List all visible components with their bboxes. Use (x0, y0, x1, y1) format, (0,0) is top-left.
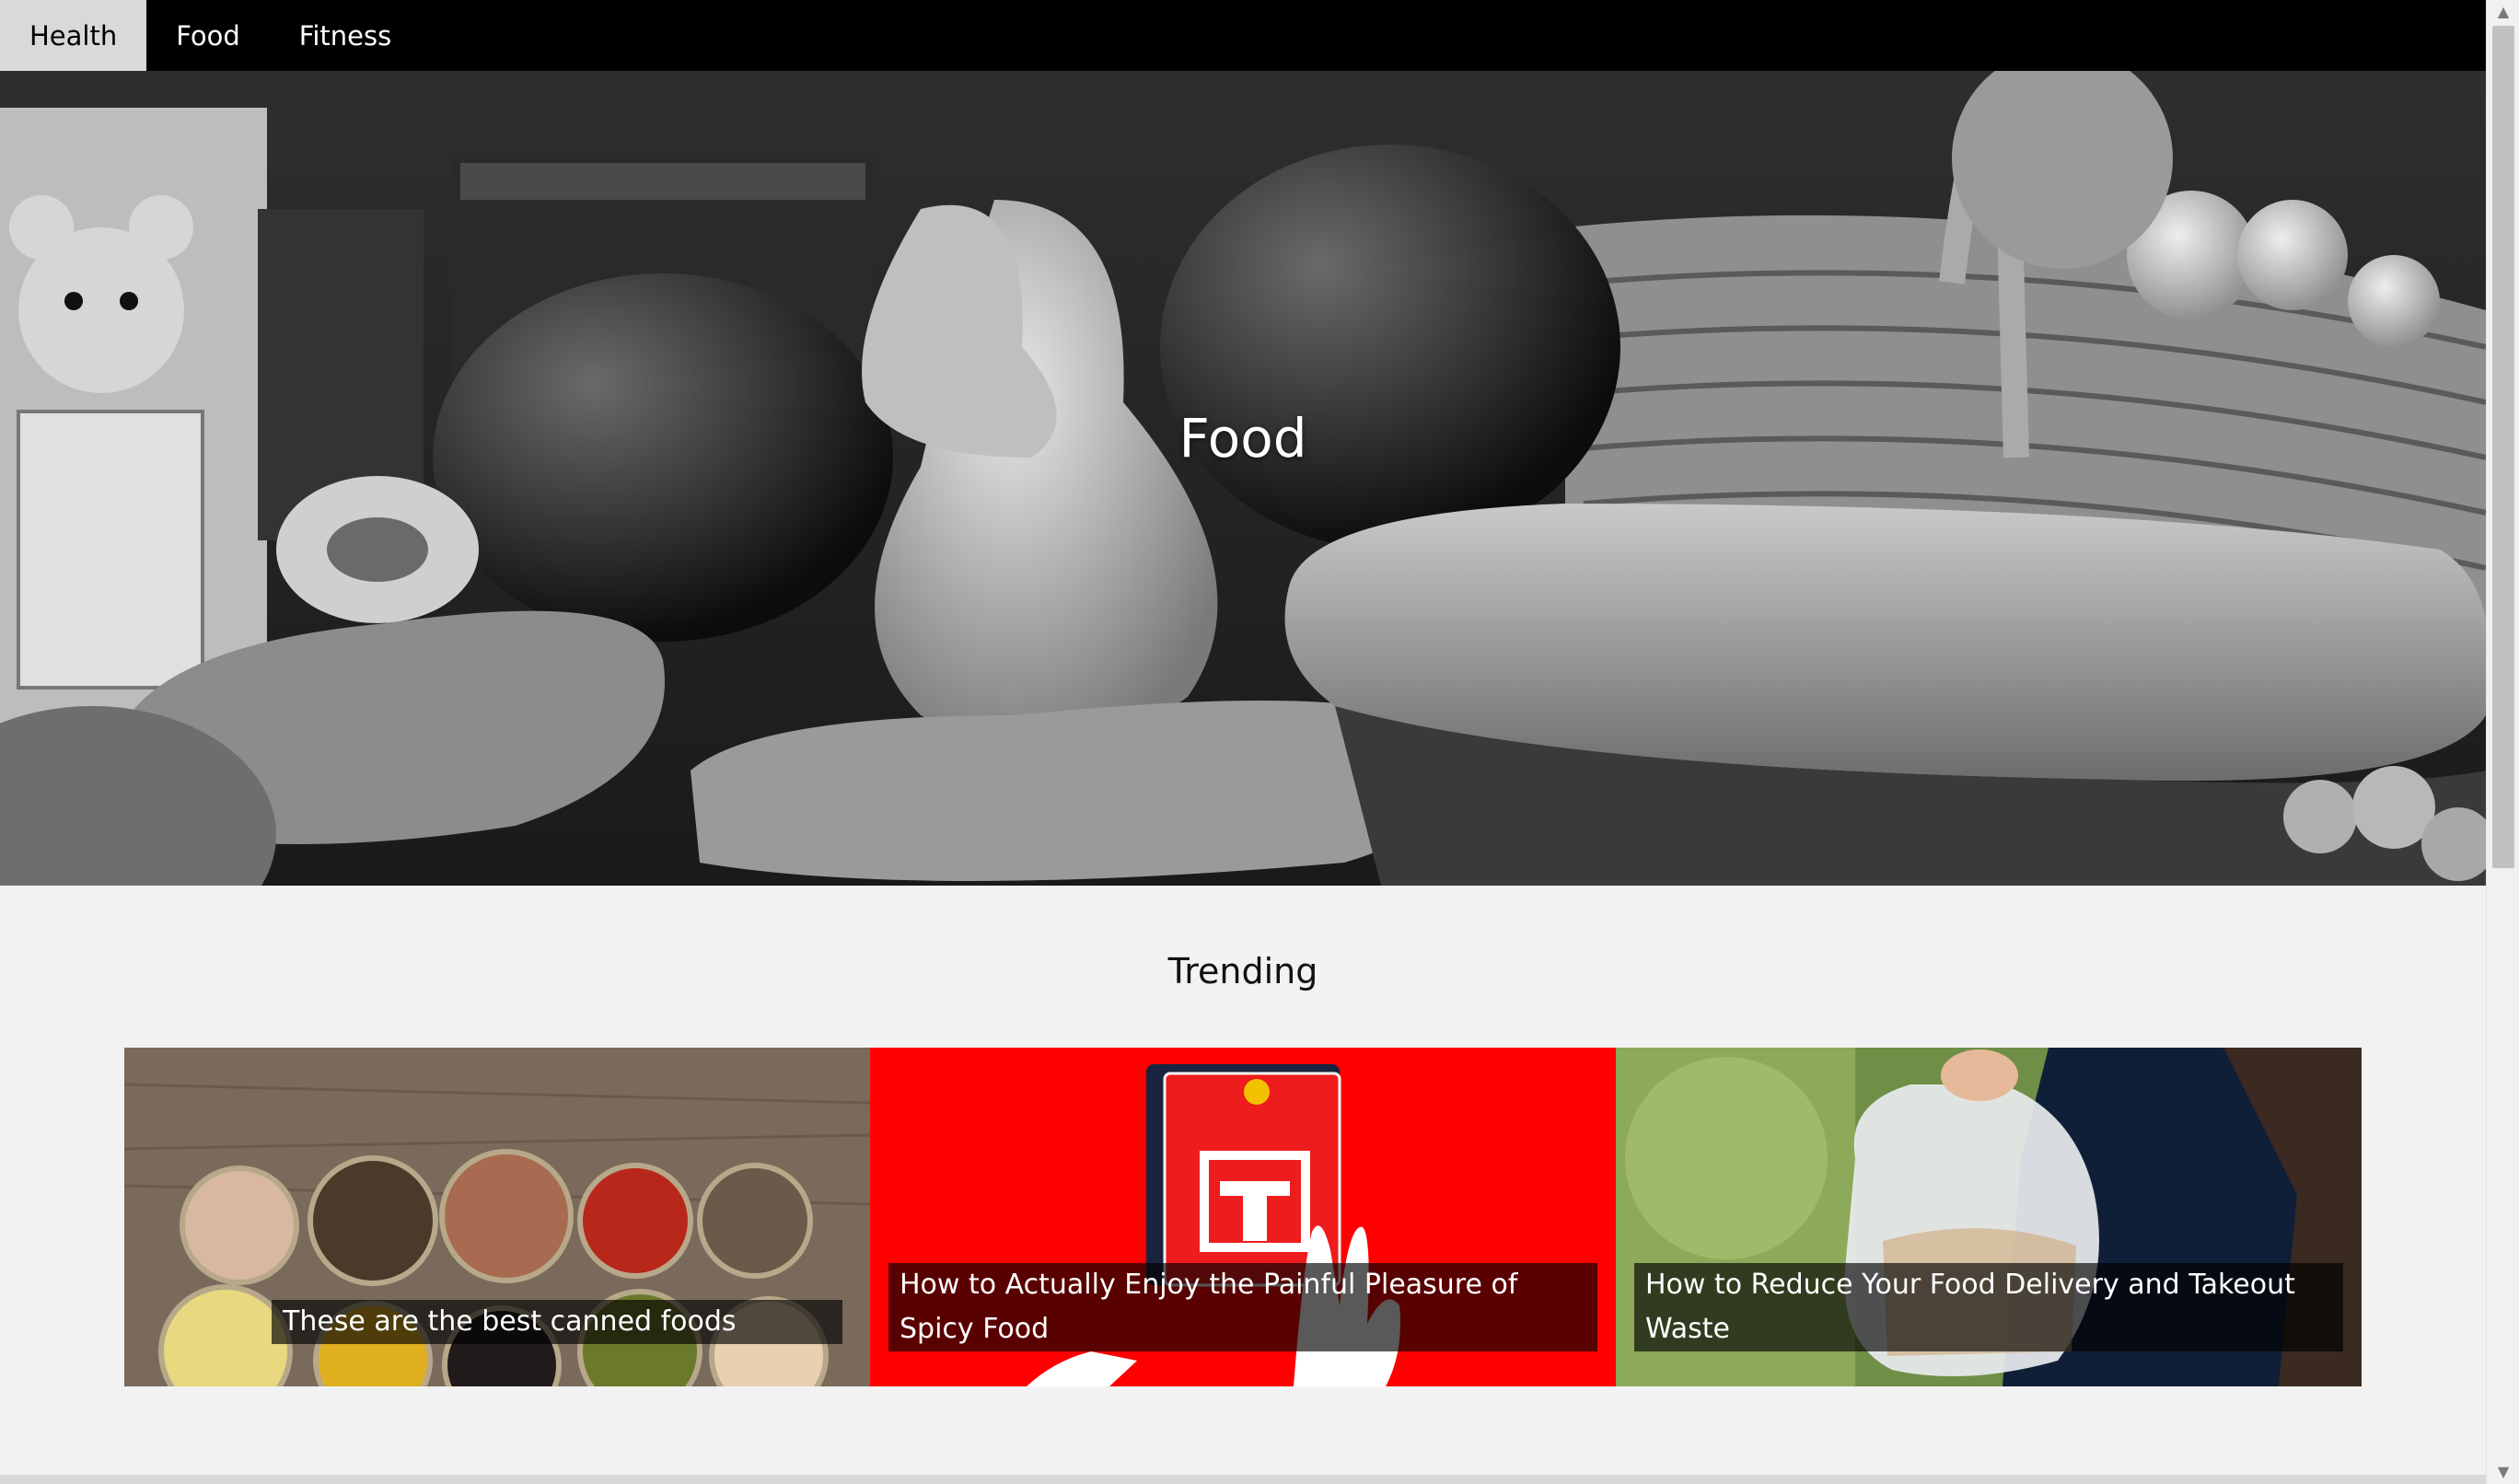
top-navigation: Health Food Fitness (0, 0, 2486, 71)
trending-cards: These are the best canned foods How to A… (124, 1048, 2363, 1386)
vertical-scrollbar[interactable]: ▲ ▼ (2486, 0, 2519, 1484)
nav-item-food[interactable]: Food (146, 0, 270, 71)
hero-image (0, 71, 2486, 886)
nav-item-fitness[interactable]: Fitness (270, 0, 421, 71)
trending-card-caption: How to Reduce Your Food Delivery and Tak… (1634, 1263, 2343, 1351)
hero-banner: Food (0, 71, 2486, 886)
trending-card-canned-foods[interactable]: These are the best canned foods (124, 1048, 870, 1386)
page: Health Food Fitness Food Trending These … (0, 0, 2486, 1484)
trending-card-caption: How to Actually Enjoy the Painful Pleasu… (888, 1263, 1597, 1351)
scroll-down-icon[interactable]: ▼ (2487, 1460, 2519, 1484)
scroll-up-icon[interactable]: ▲ (2487, 0, 2519, 24)
bottom-content-edge (0, 1475, 2486, 1484)
trending-card-spicy-food[interactable]: How to Actually Enjoy the Painful Pleasu… (870, 1048, 1616, 1386)
trending-card-takeout-waste[interactable]: How to Reduce Your Food Delivery and Tak… (1616, 1048, 2362, 1386)
scrollbar-thumb[interactable] (2492, 26, 2514, 868)
nav-item-health[interactable]: Health (0, 0, 147, 71)
hero-title: Food (1178, 407, 1307, 470)
trending-heading: Trending (1167, 951, 1318, 991)
trending-card-caption: These are the best canned foods (272, 1300, 842, 1344)
